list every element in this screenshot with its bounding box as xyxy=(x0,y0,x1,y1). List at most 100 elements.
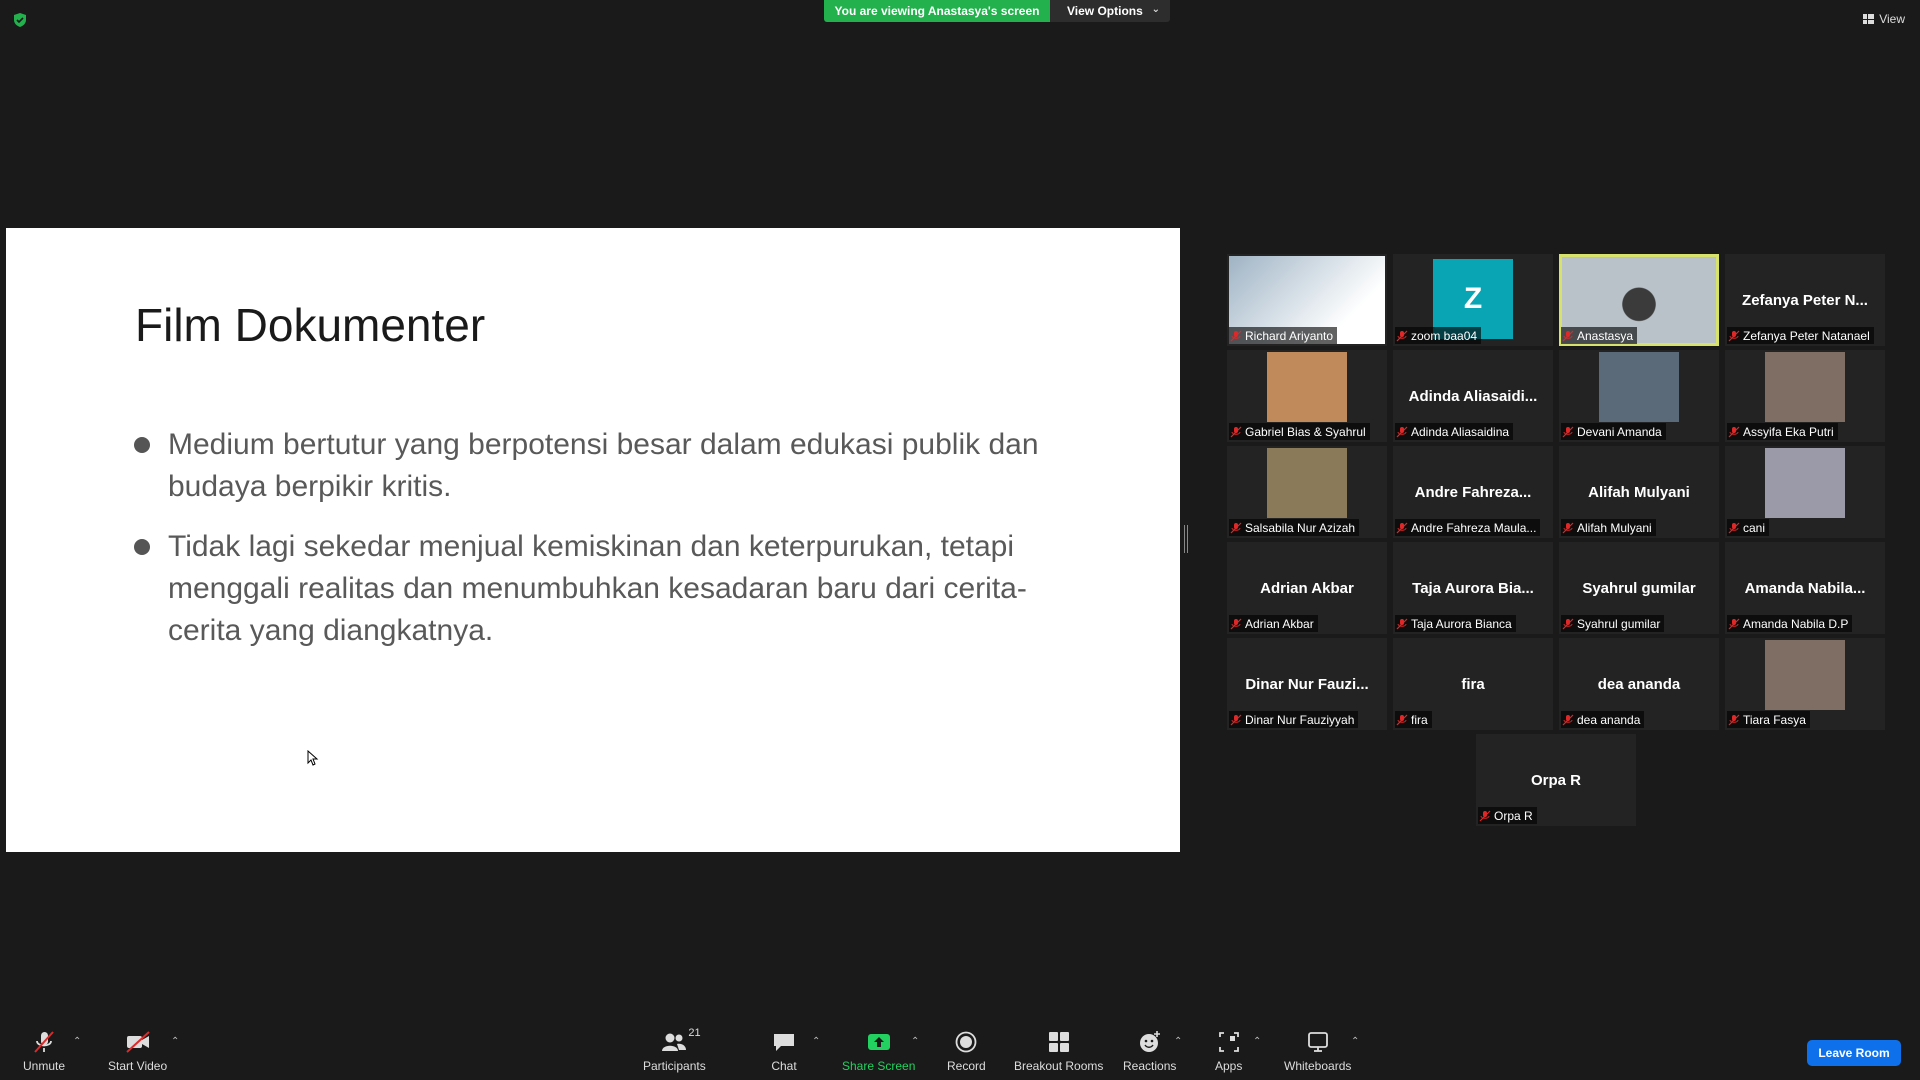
breakout-rooms-button[interactable]: Breakout Rooms xyxy=(1014,1029,1103,1073)
participant-tile[interactable]: Orpa R Orpa R xyxy=(1476,734,1636,826)
participant-tile[interactable]: dea ananda dea ananda xyxy=(1559,638,1719,730)
view-options-button[interactable]: View Options ⌄ xyxy=(1050,0,1170,22)
participant-tile[interactable]: Adinda Aliasaidi... Adinda Aliasaidina xyxy=(1393,350,1553,442)
participant-display-name: Andre Fahreza... xyxy=(1414,484,1532,501)
chat-options-caret-icon[interactable]: ⌃ xyxy=(812,1036,820,1047)
meeting-toolbar: Unmute ⌃ Start Video ⌃ 21 Participants C… xyxy=(0,1020,1920,1080)
encryption-shield-icon[interactable] xyxy=(12,12,28,28)
participant-tile[interactable]: Richard Ariyanto xyxy=(1227,254,1387,346)
video-options-caret-icon[interactable]: ⌃ xyxy=(171,1036,179,1047)
slide-bullet: Tidak lagi sekedar menjual kemiskinan da… xyxy=(134,526,1094,652)
participant-tile[interactable]: fira fira xyxy=(1393,638,1553,730)
participants-label: Participants xyxy=(643,1059,706,1073)
participant-name-label: fira xyxy=(1395,711,1432,728)
participant-name: Salsabila Nur Azizah xyxy=(1245,520,1356,535)
participant-tile[interactable]: Tiara Fasya xyxy=(1725,638,1885,730)
audio-options-caret-icon[interactable]: ⌃ xyxy=(73,1036,81,1047)
shared-screen-slide[interactable]: Film Dokumenter Medium bertutur yang ber… xyxy=(6,228,1180,852)
participant-tile[interactable]: Alifah Mulyani Alifah Mulyani xyxy=(1559,446,1719,538)
participant-display-name: Syahrul gumilar xyxy=(1582,580,1696,597)
whiteboards-label: Whiteboards xyxy=(1284,1059,1352,1073)
microphone-muted-icon xyxy=(1396,522,1408,533)
participant-name-label: Amanda Nabila D.P xyxy=(1727,615,1853,632)
microphone-muted-icon xyxy=(1479,810,1491,821)
reactions-button[interactable]: Reactions xyxy=(1123,1029,1176,1073)
leave-room-button[interactable]: Leave Room xyxy=(1807,1040,1901,1066)
panel-resize-handle[interactable] xyxy=(1184,525,1188,553)
participant-tile[interactable]: Taja Aurora Bia... Taja Aurora Bianca xyxy=(1393,542,1553,634)
apps-options-caret-icon[interactable]: ⌃ xyxy=(1253,1036,1261,1047)
unmute-button[interactable]: Unmute xyxy=(23,1029,65,1073)
participant-name: Devani Amanda xyxy=(1577,424,1662,439)
view-button[interactable]: View xyxy=(1863,12,1905,26)
participant-name-label: Adinda Aliasaidina xyxy=(1395,423,1514,440)
participant-name: cani xyxy=(1743,520,1766,535)
microphone-muted-icon xyxy=(1728,330,1740,341)
participant-tile[interactable]: Zefanya Peter N... Zefanya Peter Natanael xyxy=(1725,254,1885,346)
record-icon xyxy=(955,1031,977,1053)
microphone-muted-icon xyxy=(1396,330,1408,341)
slide-bullet: Medium bertutur yang berpotensi besar da… xyxy=(134,424,1094,508)
chat-bubble-icon xyxy=(774,1034,794,1051)
participant-tile[interactable]: Assyifa Eka Putri xyxy=(1725,350,1885,442)
microphone-muted-icon xyxy=(1562,618,1574,629)
participant-name-label: Taja Aurora Bianca xyxy=(1395,615,1516,632)
participant-tile[interactable]: Adrian Akbar Adrian Akbar xyxy=(1227,542,1387,634)
bullet-dot xyxy=(134,539,150,555)
chat-button[interactable]: Chat xyxy=(771,1029,797,1073)
participant-display-name: Orpa R xyxy=(1530,772,1581,789)
whiteboards-options-caret-icon[interactable]: ⌃ xyxy=(1351,1036,1359,1047)
participant-tile[interactable]: Amanda Nabila... Amanda Nabila D.P xyxy=(1725,542,1885,634)
apps-icon xyxy=(1218,1032,1239,1052)
participant-name-label: dea ananda xyxy=(1561,711,1645,728)
microphone-muted-icon xyxy=(1728,714,1740,725)
participant-display-name: fira xyxy=(1461,676,1485,693)
participant-name-label: cani xyxy=(1727,519,1770,536)
bullet-text: Medium bertutur yang berpotensi besar da… xyxy=(168,428,1039,503)
participant-tile[interactable]: Dinar Nur Fauzi... Dinar Nur Fauziyyah xyxy=(1227,638,1387,730)
bullet-dot xyxy=(134,437,150,453)
participant-display-name: Amanda Nabila... xyxy=(1744,580,1866,597)
microphone-muted-icon xyxy=(1562,714,1574,725)
viewing-screen-banner: You are viewing Anastasya's screen xyxy=(824,0,1050,22)
share-screen-button[interactable]: Share Screen xyxy=(842,1029,915,1073)
participant-tile[interactable]: Salsabila Nur Azizah xyxy=(1227,446,1387,538)
participant-display-name: dea ananda xyxy=(1597,676,1681,693)
participant-name: Zefanya Peter Natanael xyxy=(1743,328,1870,343)
record-button[interactable]: Record xyxy=(947,1029,986,1073)
start-video-button[interactable]: Start Video xyxy=(108,1029,167,1073)
participants-icon xyxy=(662,1033,687,1051)
participant-tile[interactable]: Syahrul gumilar Syahrul gumilar xyxy=(1559,542,1719,634)
share-options-caret-icon[interactable]: ⌃ xyxy=(911,1036,919,1047)
participant-name-label: Orpa R xyxy=(1478,807,1537,824)
apps-label: Apps xyxy=(1215,1059,1243,1073)
participant-name-label: zoom baa04 xyxy=(1395,327,1482,344)
participant-tile[interactable]: Andre Fahreza... Andre Fahreza Maula... xyxy=(1393,446,1553,538)
profile-photo xyxy=(1267,352,1347,422)
participant-name: zoom baa04 xyxy=(1411,328,1478,343)
participant-name-label: Alifah Mulyani xyxy=(1561,519,1656,536)
microphone-muted-icon xyxy=(1230,618,1242,629)
participant-tile[interactable]: Anastasya xyxy=(1559,254,1719,346)
participant-name-label: Salsabila Nur Azizah xyxy=(1229,519,1360,536)
participant-tile[interactable]: Devani Amanda xyxy=(1559,350,1719,442)
breakout-rooms-label: Breakout Rooms xyxy=(1014,1059,1104,1073)
participant-tile[interactable]: cani xyxy=(1725,446,1885,538)
start-video-label: Start Video xyxy=(108,1059,168,1073)
microphone-muted-icon xyxy=(1230,426,1242,437)
participant-name: Taja Aurora Bianca xyxy=(1411,616,1512,631)
participant-tile[interactable]: Gabriel Bias & Syahrul xyxy=(1227,350,1387,442)
participant-name: Amanda Nabila D.P xyxy=(1743,616,1849,631)
reactions-options-caret-icon[interactable]: ⌃ xyxy=(1174,1036,1182,1047)
slide-bullet-list: Medium bertutur yang berpotensi besar da… xyxy=(134,424,1094,670)
apps-button[interactable]: Apps xyxy=(1215,1029,1242,1073)
participants-button[interactable]: 21 Participants xyxy=(643,1027,706,1073)
microphone-muted-icon xyxy=(1728,522,1740,533)
participant-name: Andre Fahreza Maula... xyxy=(1411,520,1537,535)
breakout-rooms-icon xyxy=(1048,1032,1069,1052)
whiteboards-button[interactable]: Whiteboards xyxy=(1284,1029,1351,1073)
participant-tile[interactable]: Zzoom baa04 xyxy=(1393,254,1553,346)
microphone-muted-icon xyxy=(1230,330,1242,341)
participant-display-name: Adrian Akbar xyxy=(1260,580,1354,597)
participant-name: Tiara Fasya xyxy=(1743,712,1806,727)
